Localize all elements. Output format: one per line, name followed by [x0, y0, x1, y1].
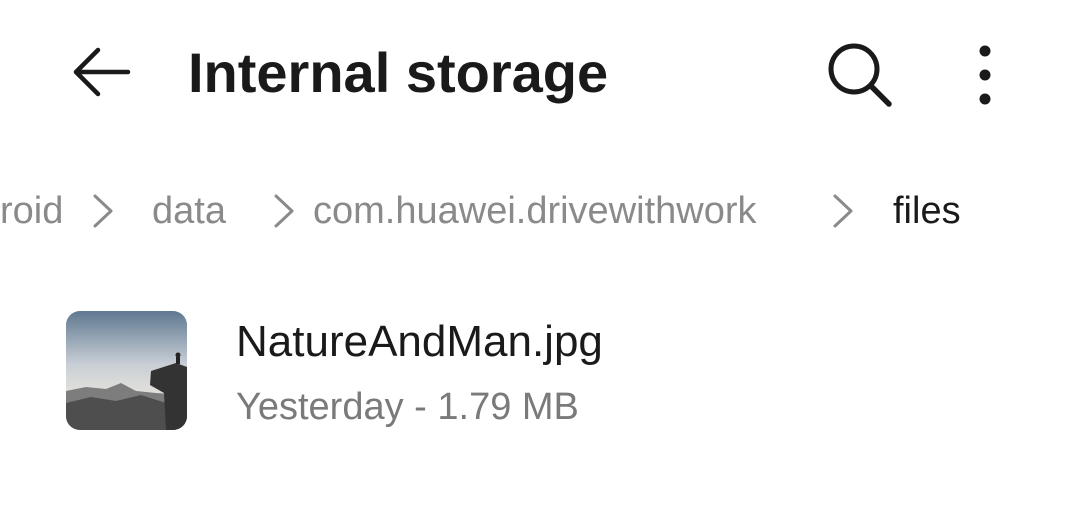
- breadcrumb-item-data[interactable]: data: [152, 186, 226, 236]
- toolbar: Internal storage: [0, 0, 1070, 150]
- search-button[interactable]: [815, 30, 905, 120]
- search-icon: [828, 43, 892, 107]
- back-arrow-icon: [73, 47, 131, 97]
- breadcrumb: roid data com.huawei.drivewithwork files: [0, 178, 1070, 242]
- more-vertical-icon: [979, 45, 991, 105]
- chevron-right-icon: [833, 194, 853, 228]
- photo-thumbnail-icon: [66, 311, 187, 430]
- back-button[interactable]: [62, 32, 142, 112]
- chevron-right-icon: [274, 194, 294, 228]
- more-options-button[interactable]: [955, 30, 1015, 120]
- file-meta: Yesterday - 1.79 MB: [236, 386, 579, 428]
- chevron-right-icon: [93, 194, 113, 228]
- breadcrumb-item-package[interactable]: com.huawei.drivewithwork: [313, 186, 757, 236]
- page-title: Internal storage: [188, 41, 609, 104]
- breadcrumb-item-files[interactable]: files: [893, 186, 961, 236]
- file-manager-screen: Internal storage roid data com.huawei.dr…: [0, 0, 1070, 510]
- image-thumbnail: [66, 311, 187, 430]
- list-item[interactable]: NatureAndMan.jpg Yesterday - 1.79 MB: [0, 290, 1070, 450]
- file-name: NatureAndMan.jpg: [236, 317, 603, 366]
- breadcrumb-item-android[interactable]: roid: [0, 186, 63, 236]
